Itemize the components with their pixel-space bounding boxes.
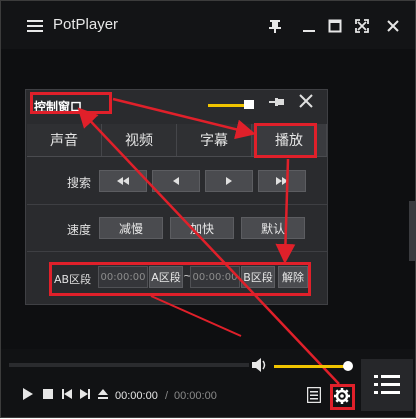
speaker-icon[interactable] bbox=[251, 357, 269, 377]
arrow-to-title bbox=[77, 107, 340, 385]
next-icon[interactable] bbox=[80, 388, 90, 403]
arrow-to-playback-tab bbox=[112, 97, 256, 140]
play-icon[interactable] bbox=[23, 388, 33, 403]
gear-icon[interactable] bbox=[334, 388, 350, 407]
potplayer-window: PotPlayer 控制窗口 声音 视频 字幕 播放 搜索 速度 减慢 加快 默… bbox=[0, 0, 416, 418]
arrow-to-ab-row bbox=[275, 158, 296, 264]
arrow-line-lower bbox=[150, 295, 242, 337]
time-separator: / bbox=[165, 390, 169, 402]
eject-icon[interactable] bbox=[98, 388, 108, 403]
volume-knob[interactable] bbox=[343, 361, 353, 371]
current-time: 00:00:00 bbox=[115, 390, 158, 402]
playlist-icon[interactable] bbox=[361, 359, 413, 411]
previous-icon[interactable] bbox=[62, 388, 72, 403]
total-time: 00:00:00 bbox=[174, 390, 217, 402]
seek-bar[interactable] bbox=[9, 363, 249, 367]
volume-slider[interactable] bbox=[274, 365, 350, 368]
annotation-arrows bbox=[77, 97, 340, 385]
stop-icon[interactable] bbox=[43, 388, 53, 403]
chapter-list-icon[interactable] bbox=[306, 386, 322, 406]
